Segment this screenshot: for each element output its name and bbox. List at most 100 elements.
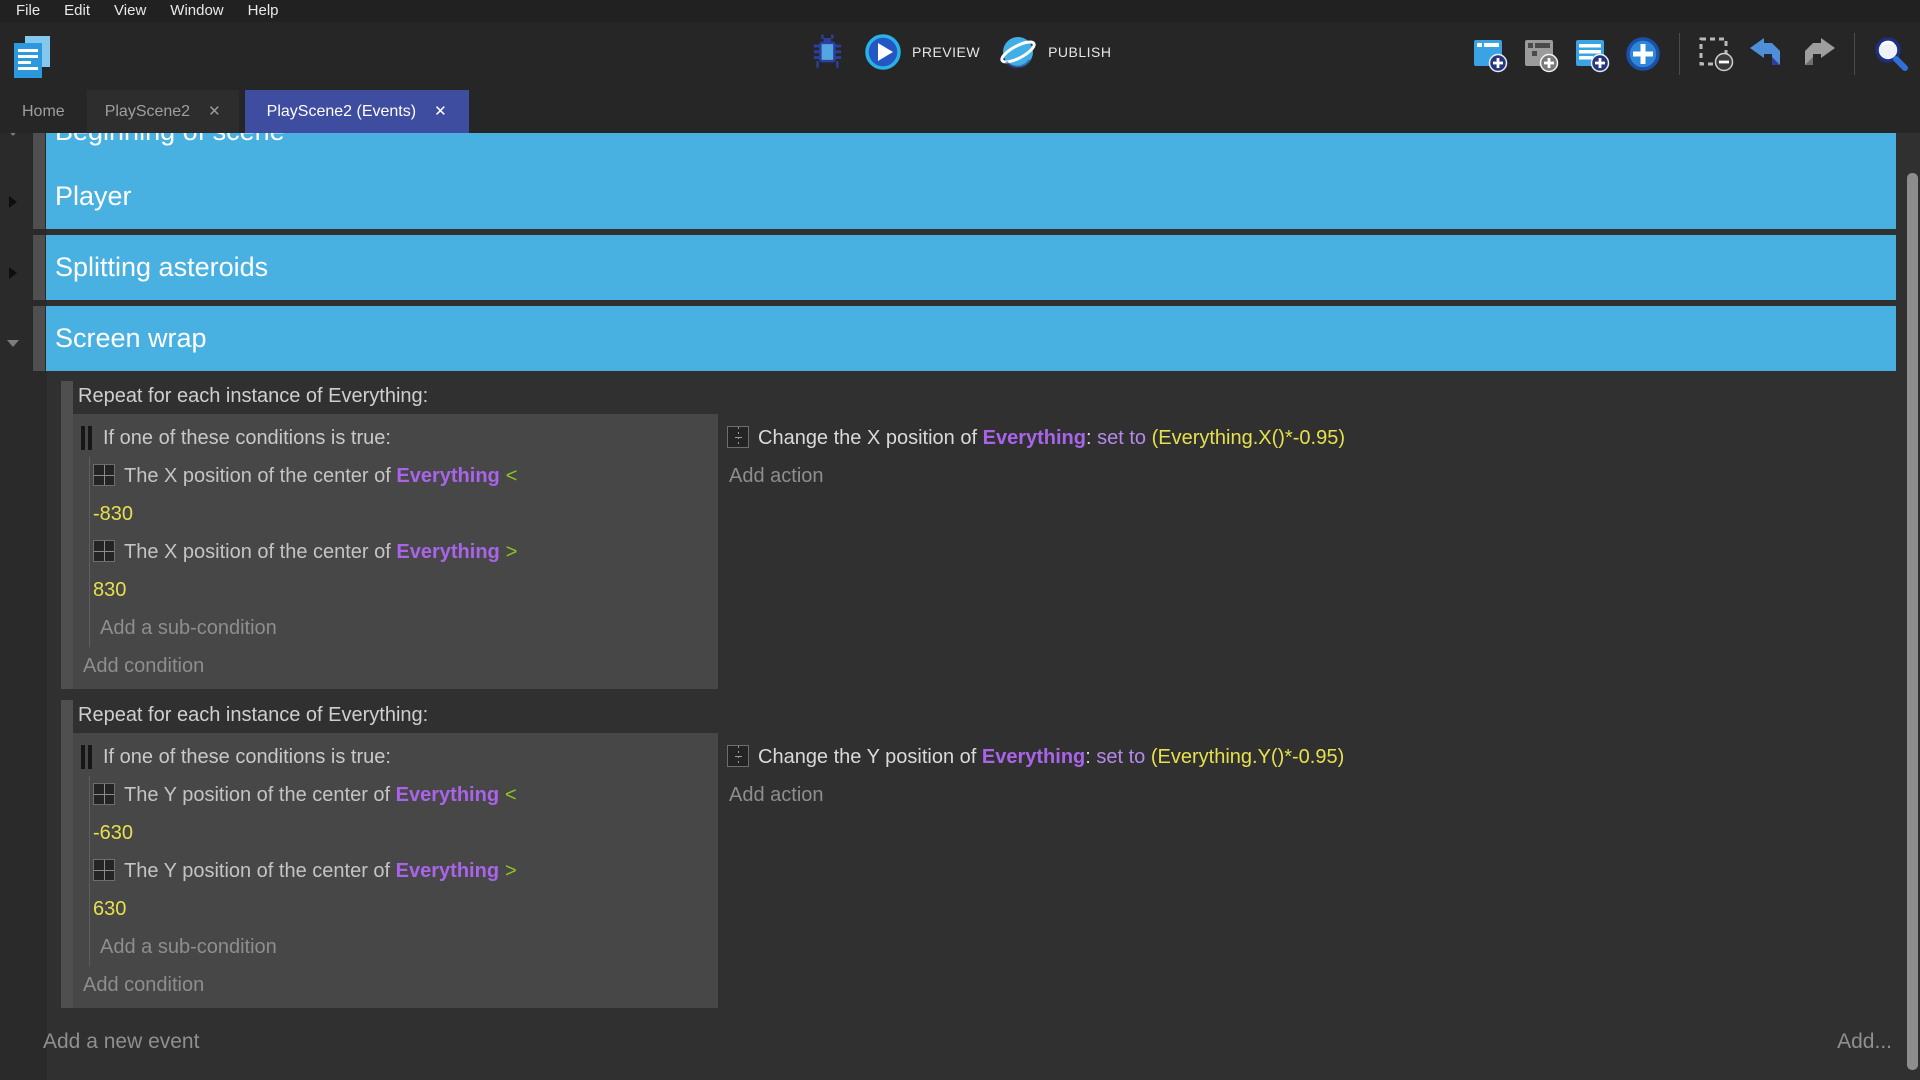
- action-parameter: set to: [1097, 427, 1146, 449]
- group-title: Beginning of scene: [55, 133, 285, 147]
- event-drag-handle[interactable]: [33, 306, 45, 371]
- repeat-event-label[interactable]: Repeat for each instance of Everything:: [61, 381, 1896, 414]
- condition-text: The Y position of the center of: [124, 784, 396, 806]
- delete-selection-icon[interactable]: [1697, 35, 1735, 73]
- condition-operator: >: [506, 541, 518, 563]
- or-condition-icon: [81, 426, 92, 450]
- add-condition-button[interactable]: Add condition: [73, 647, 718, 685]
- object-position-icon: [93, 783, 115, 805]
- vertical-scrollbar-thumb[interactable]: [1907, 173, 1918, 1070]
- action-change-x[interactable]: Change the X position of Everything: set…: [727, 419, 1896, 457]
- condition-operator: <: [505, 784, 517, 806]
- event-group-splitting-asteroids[interactable]: Splitting asteroids: [33, 235, 1896, 300]
- repeat-event-label[interactable]: Repeat for each instance of Everything:: [61, 700, 1896, 733]
- action-change-y[interactable]: Change the Y position of Everything: set…: [727, 738, 1896, 776]
- tab-home[interactable]: Home: [4, 90, 83, 133]
- object-name: Everything: [396, 860, 499, 882]
- actions-column: Change the Y position of Everything: set…: [727, 733, 1896, 814]
- condition-x-greater[interactable]: The X position of the center of Everythi…: [93, 533, 718, 609]
- undo-icon[interactable]: [1748, 35, 1786, 73]
- add-action-button[interactable]: Add action: [727, 776, 1896, 814]
- add-event-icon[interactable]: [1471, 35, 1509, 73]
- object-position-icon: [93, 859, 115, 881]
- repeat-event-y[interactable]: Repeat for each instance of Everything: …: [61, 700, 1896, 1008]
- event-drag-handle[interactable]: [61, 700, 73, 1008]
- object-name: Everything: [982, 746, 1085, 768]
- add-subevent-icon[interactable]: [1522, 35, 1560, 73]
- search-icon[interactable]: [1872, 35, 1910, 73]
- condition-operator: <: [506, 465, 518, 487]
- action-text: Change the X position of: [758, 427, 983, 449]
- repeat-event-x[interactable]: Repeat for each instance of Everything: …: [61, 381, 1896, 689]
- or-condition-icon: [81, 745, 92, 769]
- menu-bar: File Edit View Window Help: [0, 0, 1920, 22]
- menu-help[interactable]: Help: [236, 0, 291, 22]
- tab-playscene2-events[interactable]: PlayScene2 (Events) ✕: [245, 90, 469, 133]
- condition-text: The Y position of the center of: [124, 860, 396, 882]
- group-title: Splitting asteroids: [55, 252, 268, 283]
- menu-window[interactable]: Window: [158, 0, 235, 22]
- condition-y-greater[interactable]: The Y position of the center of Everythi…: [93, 852, 718, 928]
- conditions-panel: If one of these conditions is true: The …: [73, 733, 718, 1008]
- condition-value: -830: [93, 495, 718, 533]
- action-separator: :: [1086, 427, 1097, 449]
- close-icon[interactable]: ✕: [208, 104, 221, 119]
- or-condition-label: If one of these conditions is true:: [103, 746, 391, 769]
- group-title: Screen wrap: [55, 323, 207, 354]
- toolbar-separator: [1854, 33, 1855, 75]
- event-drag-handle[interactable]: [33, 164, 45, 229]
- add-dropdown-button[interactable]: Add...: [1837, 1030, 1892, 1054]
- object-position-icon: [93, 464, 115, 486]
- condition-text: The X position of the center of: [124, 465, 396, 487]
- add-sub-condition-button[interactable]: Add a sub-condition: [93, 609, 718, 647]
- condition-operator: >: [505, 860, 517, 882]
- add-circle-icon[interactable]: [1624, 35, 1662, 73]
- preview-button[interactable]: PREVIEW: [864, 33, 980, 71]
- condition-value: -630: [93, 814, 718, 852]
- menu-view[interactable]: View: [102, 0, 158, 22]
- event-drag-handle[interactable]: [33, 235, 45, 300]
- event-drag-handle[interactable]: [61, 381, 73, 689]
- events-sheet: Beginning of scene Player Splitting aste…: [0, 133, 1920, 1080]
- action-separator: :: [1085, 746, 1096, 768]
- redo-icon[interactable]: [1799, 35, 1837, 73]
- toolbar: PREVIEW PUBLISH: [0, 22, 1920, 90]
- preview-play-icon: [864, 33, 902, 71]
- add-new-event-button[interactable]: Add a new event: [43, 1030, 199, 1054]
- position-action-icon: [727, 745, 749, 767]
- preview-label: PREVIEW: [912, 44, 980, 60]
- group-title: Player: [55, 181, 132, 212]
- object-name: Everything: [396, 541, 499, 563]
- event-group-beginning-of-scene[interactable]: Beginning of scene: [33, 133, 1896, 164]
- object-name: Everything: [396, 784, 499, 806]
- condition-y-less[interactable]: The Y position of the center of Everythi…: [93, 776, 718, 852]
- tab-playscene2[interactable]: PlayScene2 ✕: [87, 90, 239, 133]
- event-group-screen-wrap[interactable]: Screen wrap: [33, 306, 1896, 371]
- conditions-panel: If one of these conditions is true: The …: [73, 414, 718, 689]
- event-group-player[interactable]: Player: [33, 164, 1896, 229]
- editor-tabs: Home PlayScene2 ✕ PlayScene2 (Events) ✕: [0, 90, 1920, 133]
- condition-value: 830: [93, 571, 718, 609]
- position-action-icon: [727, 426, 749, 448]
- add-sub-condition-button[interactable]: Add a sub-condition: [93, 928, 718, 966]
- publish-button[interactable]: PUBLISH: [998, 32, 1111, 72]
- event-drag-handle[interactable]: [33, 133, 45, 164]
- menu-edit[interactable]: Edit: [52, 0, 102, 22]
- menu-file[interactable]: File: [4, 0, 52, 22]
- publish-label: PUBLISH: [1048, 44, 1111, 60]
- tab-label: PlayScene2 (Events): [267, 103, 416, 121]
- project-manager-button[interactable]: [10, 34, 54, 80]
- publish-planet-icon: [998, 32, 1038, 72]
- or-condition[interactable]: If one of these conditions is true:: [73, 738, 718, 776]
- condition-x-less[interactable]: The X position of the center of Everythi…: [93, 457, 718, 533]
- add-comment-icon[interactable]: [1573, 35, 1611, 73]
- action-expression: (Everything.Y()*-0.95): [1151, 746, 1344, 768]
- or-condition[interactable]: If one of these conditions is true:: [73, 419, 718, 457]
- debugger-bug-icon[interactable]: [808, 33, 846, 71]
- object-name: Everything: [396, 465, 499, 487]
- add-condition-button[interactable]: Add condition: [73, 966, 718, 1004]
- add-action-button[interactable]: Add action: [727, 457, 1896, 495]
- action-parameter: set to: [1096, 746, 1145, 768]
- tab-label: PlayScene2: [105, 103, 190, 121]
- close-icon[interactable]: ✕: [434, 104, 447, 119]
